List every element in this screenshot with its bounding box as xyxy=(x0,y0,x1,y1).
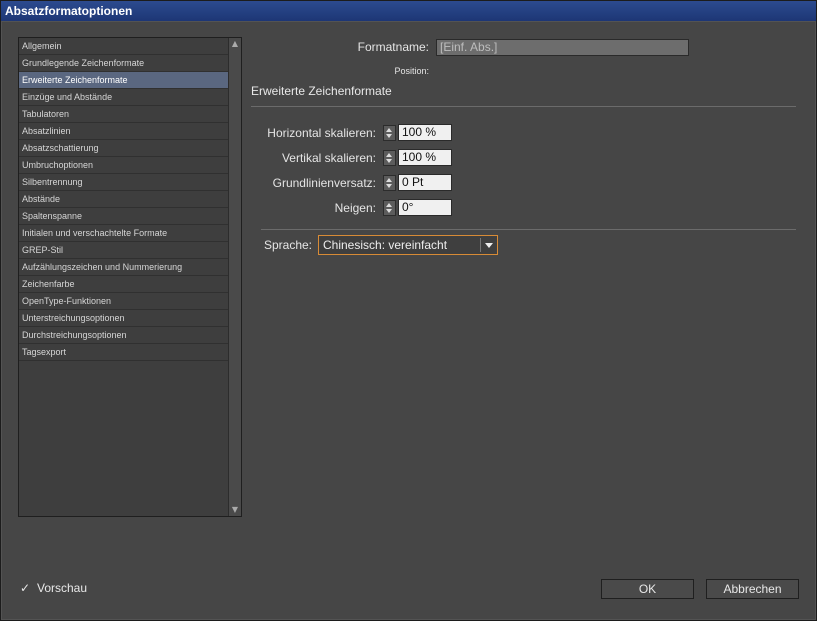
sidebar-item[interactable]: Durchstreichungsoptionen xyxy=(19,327,229,344)
sidebar-item[interactable]: Tagsexport xyxy=(19,344,229,361)
horizontal-scale-input[interactable]: 100 % xyxy=(398,124,452,141)
category-list[interactable]: Allgemein Grundlegende Zeichenformate Erwe… xyxy=(18,37,242,517)
preview-label: Vorschau xyxy=(37,581,88,595)
horizontal-scale-label: Horizontal skalieren: xyxy=(267,126,376,140)
skew-label: Neigen: xyxy=(334,201,376,215)
skew-stepper[interactable] xyxy=(383,200,396,216)
language-divider xyxy=(261,229,796,230)
cancel-button[interactable]: Abbrechen xyxy=(706,579,799,599)
scroll-up-icon[interactable]: ▲ xyxy=(229,38,241,50)
sidebar-item[interactable]: Silbentrennung xyxy=(19,174,229,191)
skew-input[interactable]: 0° xyxy=(398,199,452,216)
vertical-scale-input[interactable]: 100 % xyxy=(398,149,452,166)
sidebar-item[interactable]: OpenType-Funktionen xyxy=(19,293,229,310)
scroll-down-icon[interactable]: ▼ xyxy=(229,504,241,516)
sidebar-item[interactable]: Abstände xyxy=(19,191,229,208)
language-select[interactable]: Chinesisch: vereinfacht xyxy=(318,235,498,255)
baseline-shift-label: Grundlinienversatz: xyxy=(272,176,376,190)
chevron-down-icon[interactable] xyxy=(480,238,495,252)
position-label: Position: xyxy=(394,66,429,76)
section-divider xyxy=(251,106,796,107)
vertical-scale-stepper[interactable] xyxy=(383,150,396,166)
formatname-input[interactable]: [Einf. Abs.] xyxy=(436,39,689,56)
sidebar-item[interactable]: Einzüge und Abstände xyxy=(19,89,229,106)
formatname-label: Formatname: xyxy=(357,40,429,54)
sidebar-item[interactable]: Grundlegende Zeichenformate xyxy=(19,55,229,72)
section-title: Erweiterte Zeichenformate xyxy=(251,84,392,98)
window-title: Absatzformatoptionen xyxy=(1,1,816,21)
language-value: Chinesisch: vereinfacht xyxy=(323,238,448,252)
sidebar-item[interactable]: Zeichenfarbe xyxy=(19,276,229,293)
sidebar-item[interactable]: Allgemein xyxy=(19,38,229,55)
sidebar-item[interactable]: Absatzschattierung xyxy=(19,140,229,157)
horizontal-scale-stepper[interactable] xyxy=(383,125,396,141)
category-items: Allgemein Grundlegende Zeichenformate Erwe… xyxy=(19,38,229,361)
sidebar-item[interactable]: Absatzlinien xyxy=(19,123,229,140)
baseline-shift-stepper[interactable] xyxy=(383,175,396,191)
vertical-scale-label: Vertikal skalieren: xyxy=(281,151,376,165)
sidebar-item[interactable]: Unterstreichungsoptionen xyxy=(19,310,229,327)
dialog-window: Absatzformatoptionen Allgemein Grundlegen… xyxy=(0,0,817,621)
sidebar-item[interactable]: Initialen und verschachtelte Formate xyxy=(19,225,229,242)
sidebar-item[interactable]: GREP-Stil xyxy=(19,242,229,259)
ok-button[interactable]: OK xyxy=(601,579,694,599)
sidebar-item[interactable]: Spaltenspanne xyxy=(19,208,229,225)
preview-checkbox[interactable]: ✓ xyxy=(20,582,32,594)
language-label: Sprache: xyxy=(263,238,312,252)
sidebar-item[interactable]: Erweiterte Zeichenformate xyxy=(19,72,229,89)
sidebar-scrollbar[interactable]: ▲ ▼ xyxy=(228,38,241,516)
sidebar-item[interactable]: Umbruchoptionen xyxy=(19,157,229,174)
sidebar-item[interactable]: Aufzählungszeichen und Nummerierung xyxy=(19,259,229,276)
sidebar-item[interactable]: Tabulatoren xyxy=(19,106,229,123)
baseline-shift-input[interactable]: 0 Pt xyxy=(398,174,452,191)
